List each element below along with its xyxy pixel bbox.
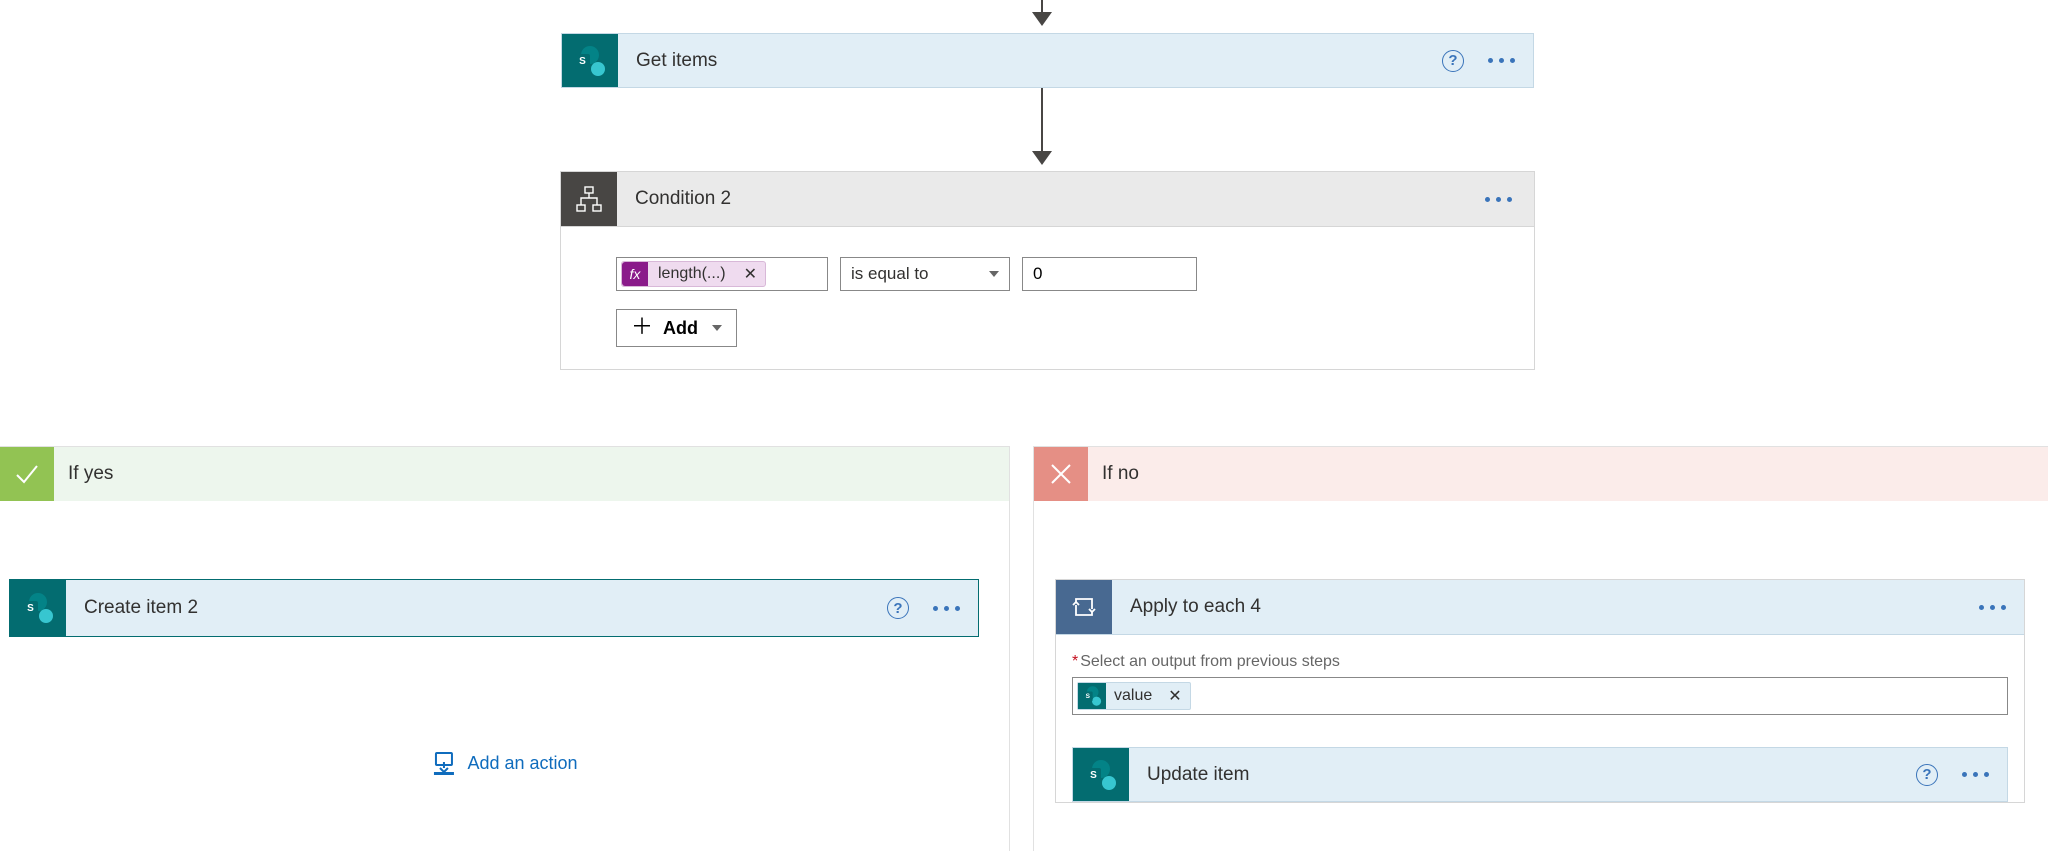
branch-yes-label: If yes	[54, 463, 113, 485]
more-icon[interactable]	[933, 606, 960, 611]
condition-row: fx length(...) ✕ is equal to	[616, 257, 1479, 291]
branch-if-yes: If yes S Create item 2 ?	[0, 446, 1010, 851]
value-token: S value ✕	[1077, 682, 1191, 710]
fx-icon: fx	[622, 262, 648, 286]
action-update-item[interactable]: S Update item ?	[1072, 747, 2008, 802]
check-icon	[0, 447, 54, 501]
action-title: Update item	[1129, 764, 1916, 786]
sharepoint-icon: S	[562, 34, 618, 87]
sharepoint-icon: S	[10, 580, 66, 636]
condition-value-input[interactable]	[1022, 257, 1197, 291]
remove-token-icon[interactable]: ✕	[1160, 686, 1189, 706]
condition-icon	[561, 172, 617, 226]
apply-output-input[interactable]: S value ✕	[1072, 677, 2008, 715]
more-icon[interactable]	[1962, 772, 1989, 777]
chevron-down-icon	[989, 271, 999, 277]
add-condition-button[interactable]: ＋ Add	[616, 309, 737, 347]
sharepoint-icon: S	[1078, 683, 1106, 709]
condition-left-operand[interactable]: fx length(...) ✕	[616, 257, 828, 291]
remove-expression-icon[interactable]: ✕	[736, 264, 765, 284]
action-title: Get items	[618, 50, 1442, 72]
add-action-button[interactable]: Add an action	[431, 751, 577, 775]
loop-icon	[1056, 580, 1112, 634]
branch-if-no: If no Apply to each 4 *Select an output …	[1033, 446, 2048, 851]
condition-operator-select[interactable]: is equal to	[840, 257, 1010, 291]
help-icon[interactable]: ?	[1442, 50, 1464, 72]
action-title: Create item 2	[66, 597, 887, 619]
apply-field-label: *Select an output from previous steps	[1072, 653, 2008, 671]
sharepoint-icon: S	[1073, 748, 1129, 801]
apply-to-each-container: Apply to each 4 *Select an output from p…	[1055, 579, 2025, 803]
more-icon[interactable]	[1488, 58, 1515, 63]
condition-title: Condition 2	[617, 188, 1463, 210]
more-icon[interactable]	[1979, 605, 2006, 610]
help-icon[interactable]: ?	[887, 597, 909, 619]
branch-no-label: If no	[1088, 463, 1139, 485]
apply-to-each-title: Apply to each 4	[1112, 596, 1961, 618]
action-create-item[interactable]: S Create item 2 ?	[9, 579, 979, 637]
more-icon[interactable]	[1485, 197, 1512, 202]
action-get-items[interactable]: S Get items ?	[561, 33, 1534, 88]
help-icon[interactable]: ?	[1916, 764, 1938, 786]
chevron-down-icon	[712, 325, 722, 331]
plus-icon: ＋	[631, 316, 653, 338]
close-icon	[1034, 447, 1088, 501]
condition-container: Condition 2 fx length(...) ✕ is equal to…	[560, 171, 1535, 370]
add-action-icon	[431, 751, 455, 775]
